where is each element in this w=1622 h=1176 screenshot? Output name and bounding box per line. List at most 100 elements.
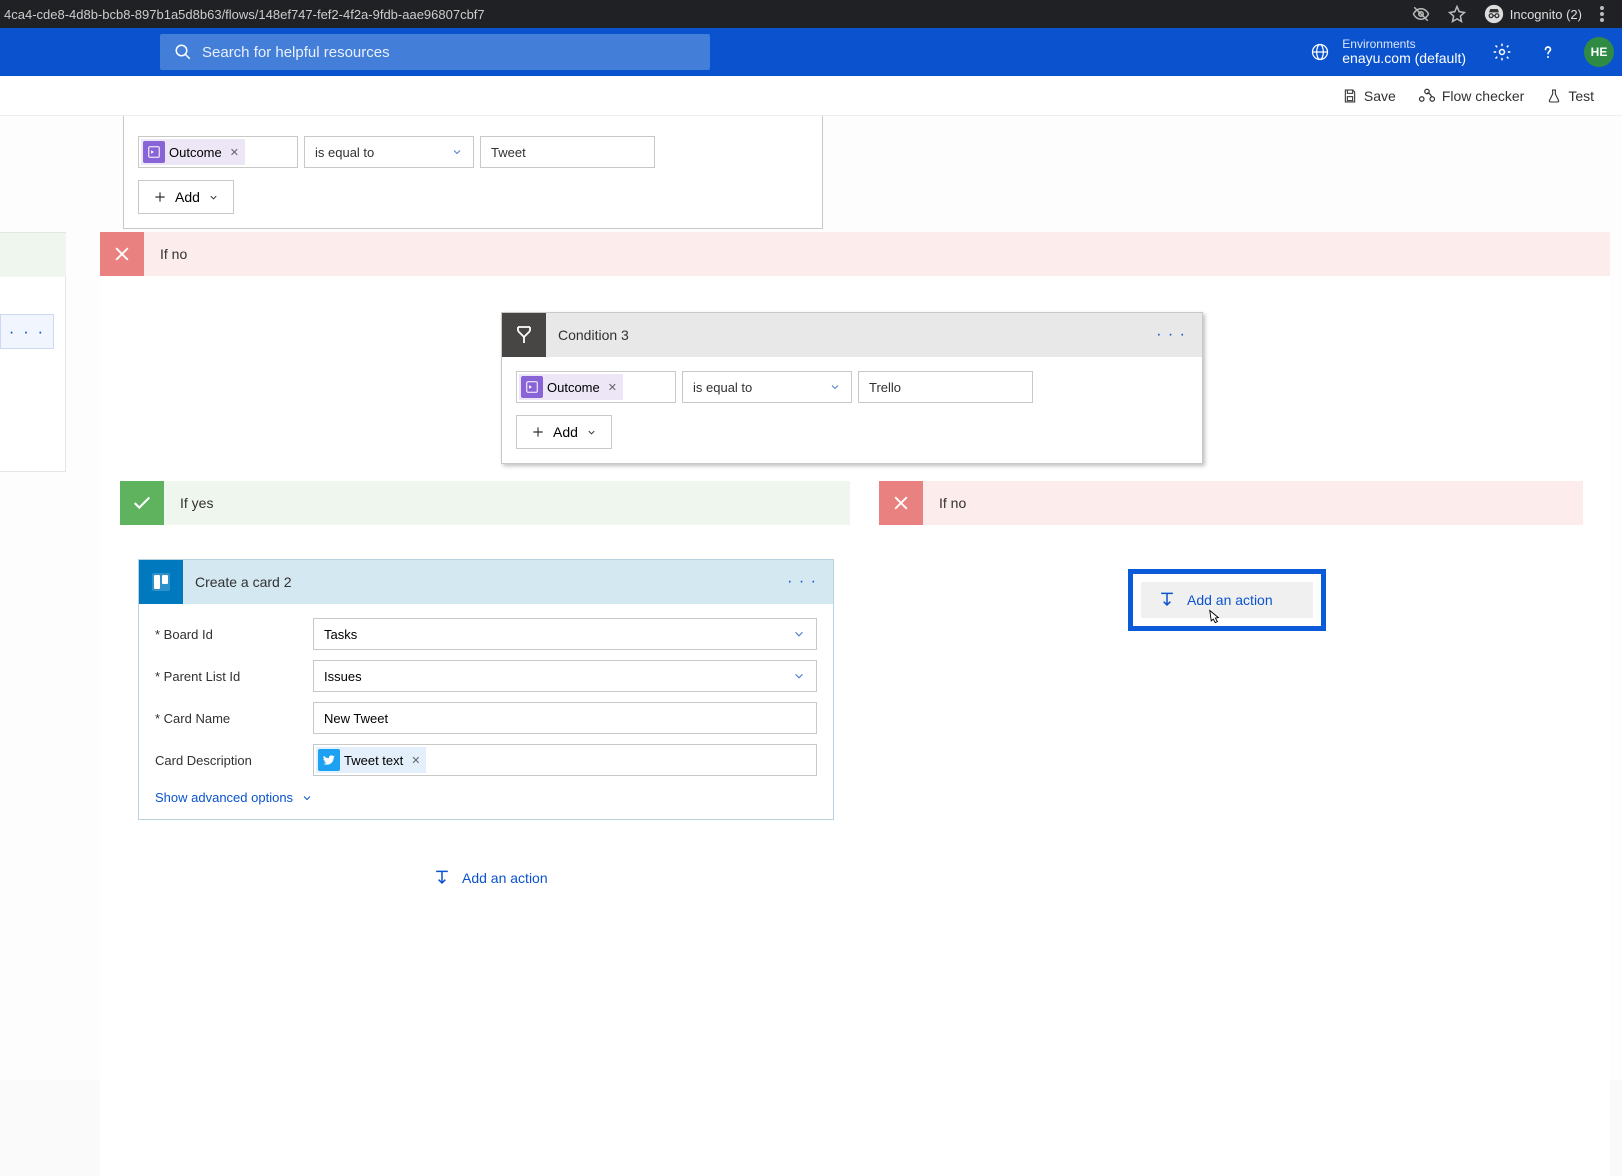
chip-remove-icon[interactable]: ✕ (608, 381, 617, 394)
environment-picker[interactable]: Environments enayu.com (default) (1310, 38, 1466, 67)
chevron-down-icon (792, 669, 806, 683)
branch-if-yes-header[interactable]: If yes (120, 481, 850, 525)
branch-if-no-header[interactable]: If no (100, 232, 1610, 276)
operator-value: is equal to (693, 380, 752, 395)
chevron-down-icon (208, 192, 219, 203)
adaptive-card-icon (143, 141, 165, 163)
parent-list-label: * Parent List Id (155, 669, 313, 684)
environments-label: Environments (1342, 38, 1466, 51)
branch-label: If no (144, 246, 187, 262)
parent-list-select[interactable]: Issues (313, 660, 817, 692)
outcome-token-field[interactable]: Outcome ✕ (516, 371, 676, 403)
tweet-text-chip[interactable]: Tweet text ✕ (316, 747, 426, 773)
trello-create-card: Create a card 2 · · · * Board Id Tasks *… (138, 559, 834, 820)
chevron-down-icon (829, 381, 841, 393)
condition-title: Condition 3 (546, 327, 629, 343)
browser-menu-icon[interactable] (1600, 6, 1604, 22)
chevron-down-icon (792, 627, 806, 641)
adaptive-card-icon (521, 376, 543, 398)
save-button[interactable]: Save (1342, 88, 1396, 104)
overflow-actions-button[interactable]: · · · (0, 314, 54, 349)
value-input[interactable] (480, 136, 655, 168)
search-box[interactable] (160, 34, 710, 70)
condition-3-card: Condition 3 · · · Outcome ✕ is equal to (501, 312, 1203, 464)
flask-icon (1546, 88, 1562, 104)
flow-checker-button[interactable]: Flow checker (1418, 88, 1524, 104)
card-name-input[interactable]: New Tweet (313, 702, 817, 734)
add-condition-button[interactable]: Add (516, 415, 612, 449)
add-action-label: Add an action (1187, 592, 1273, 608)
operator-value: is equal to (315, 145, 374, 160)
eye-off-icon[interactable] (1412, 5, 1430, 23)
flow-checker-icon (1418, 88, 1436, 104)
command-bar: Save Flow checker Test (0, 76, 1622, 116)
branch-label: If no (923, 495, 966, 511)
parent-list-value: Issues (324, 669, 362, 684)
incognito-indicator[interactable]: Incognito (2) (1484, 4, 1582, 24)
branch-if-no-header-inner[interactable]: If no (879, 481, 1583, 525)
branch-label: If yes (164, 495, 213, 511)
condition-3-header[interactable]: Condition 3 · · · (502, 313, 1202, 357)
card-name-label: * Card Name (155, 711, 313, 726)
plus-icon (153, 190, 167, 204)
card-menu-icon[interactable]: · · · (1156, 326, 1202, 344)
environments-value: enayu.com (default) (1342, 51, 1466, 66)
condition-icon (502, 313, 546, 357)
chip-remove-icon[interactable]: ✕ (411, 754, 420, 767)
flow-canvas[interactable]: Outcome ✕ is equal to Add If no (0, 116, 1622, 1080)
add-action-highlighted[interactable]: Add an action (1128, 569, 1326, 631)
operator-select[interactable]: is equal to (304, 136, 474, 168)
check-icon (120, 481, 164, 525)
trello-card-header[interactable]: Create a card 2 · · · (139, 560, 833, 604)
star-icon[interactable] (1448, 5, 1466, 23)
card-name-value: New Tweet (324, 711, 388, 726)
outcome-chip[interactable]: Outcome ✕ (141, 139, 245, 165)
operator-select[interactable]: is equal to (682, 371, 852, 403)
search-input[interactable] (202, 44, 696, 61)
search-icon (174, 43, 192, 61)
add-label: Add (553, 424, 578, 440)
x-icon (879, 481, 923, 525)
outcome-token-field[interactable]: Outcome ✕ (138, 136, 298, 168)
add-condition-button[interactable]: Add (138, 180, 234, 214)
chip-label: Outcome (169, 145, 222, 160)
card-description-label: Card Description (155, 753, 313, 768)
show-advanced-options[interactable]: Show advanced options (155, 790, 313, 805)
condition-card-top: Outcome ✕ is equal to Add (123, 116, 823, 229)
chevron-down-icon (586, 427, 597, 438)
save-label: Save (1364, 88, 1396, 104)
chip-remove-icon[interactable]: ✕ (230, 146, 239, 159)
advanced-label: Show advanced options (155, 790, 293, 805)
cursor-pointer-icon (1204, 607, 1225, 631)
add-action-icon (432, 868, 452, 888)
settings-gear-icon[interactable] (1492, 42, 1512, 62)
avatar[interactable]: HE (1584, 37, 1614, 67)
outcome-chip[interactable]: Outcome ✕ (519, 374, 623, 400)
board-id-label: * Board Id (155, 627, 313, 642)
browser-url: 4ca4-cde8-4d8b-bcb8-897b1a5d8b63/flows/1… (0, 7, 1394, 22)
flow-checker-label: Flow checker (1442, 88, 1524, 104)
test-button[interactable]: Test (1546, 88, 1594, 104)
trello-title: Create a card 2 (183, 574, 292, 590)
browser-chrome-bar: 4ca4-cde8-4d8b-bcb8-897b1a5d8b63/flows/1… (0, 0, 1622, 28)
collapsed-if-yes-panel (0, 232, 66, 472)
value-input[interactable] (858, 371, 1033, 403)
trello-icon (139, 560, 183, 604)
chevron-down-icon (451, 146, 463, 158)
board-id-value: Tasks (324, 627, 357, 642)
test-label: Test (1568, 88, 1594, 104)
chip-label: Tweet text (344, 753, 403, 768)
globe-icon (1310, 42, 1330, 62)
x-icon (100, 232, 144, 276)
card-description-input[interactable]: Tweet text ✕ (313, 744, 817, 776)
chevron-down-icon (301, 792, 313, 804)
help-icon[interactable] (1538, 42, 1558, 62)
app-header: Environments enayu.com (default) HE (0, 28, 1622, 76)
board-id-select[interactable]: Tasks (313, 618, 817, 650)
card-menu-icon[interactable]: · · · (787, 573, 833, 591)
add-label: Add (175, 189, 200, 205)
add-action-link-yes[interactable]: Add an action (432, 868, 548, 888)
plus-icon (531, 425, 545, 439)
add-action-icon (1157, 590, 1177, 610)
incognito-label: Incognito (2) (1510, 7, 1582, 22)
